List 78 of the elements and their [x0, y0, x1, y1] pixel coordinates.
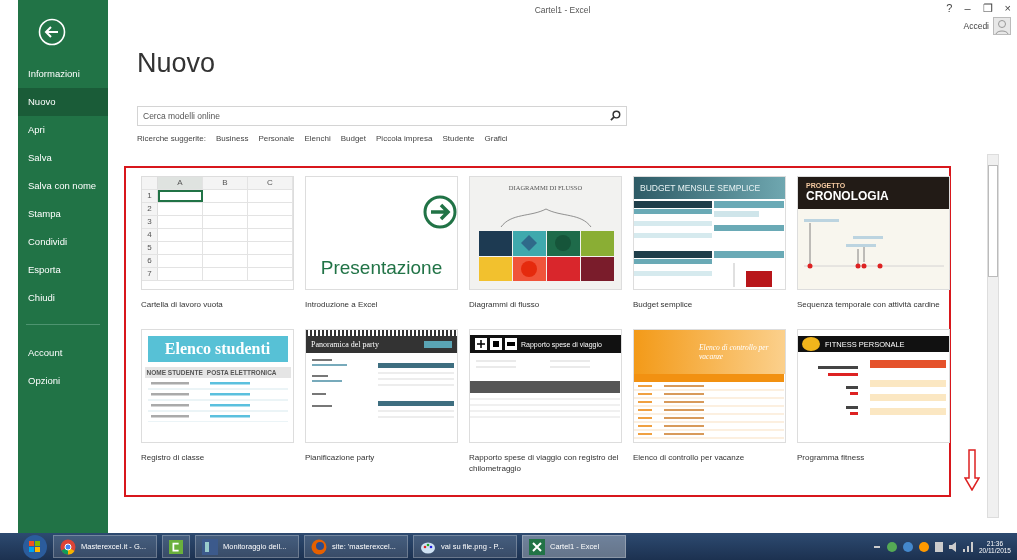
- template-name[interactable]: Registro di classe: [141, 452, 294, 474]
- browser-icon: [311, 538, 327, 555]
- scrollbar[interactable]: [987, 154, 999, 518]
- sidebar-item[interactable]: Informazioni: [18, 60, 108, 88]
- row-number: 3: [142, 216, 158, 228]
- logo-badge: [802, 337, 820, 351]
- template-name[interactable]: Diagrammi di flusso: [469, 299, 622, 321]
- sidebar-item[interactable]: Apri: [18, 116, 108, 144]
- row-number: 6: [142, 255, 158, 267]
- toolbar-icons: [475, 338, 517, 350]
- template-thumbnail[interactable]: BUDGET MENSILE SEMPLICE: [633, 176, 786, 290]
- suggested-search-link[interactable]: Piccola impresa: [376, 134, 433, 143]
- sidebar-item[interactable]: Esporta: [18, 256, 108, 284]
- suggested-search-link[interactable]: Budget: [340, 134, 367, 143]
- button-shape: [424, 341, 452, 348]
- start-button-icon[interactable]: [22, 533, 48, 560]
- template-name[interactable]: Cartella di lavoro vuota: [141, 299, 294, 321]
- sidebar-item[interactable]: Condividi: [18, 228, 108, 256]
- window-title: Cartel1 - Excel: [534, 5, 591, 17]
- template-name[interactable]: Rapporto spese di viaggio con registro del chilometraggio: [469, 452, 622, 474]
- sidebar-item[interactable]: Nuovo: [18, 88, 108, 116]
- tray-app-icon[interactable]: [918, 541, 929, 552]
- browser-icon: [60, 538, 76, 555]
- search-icon[interactable]: [610, 110, 621, 121]
- sign-in-link[interactable]: Accedi: [963, 21, 989, 31]
- arrow-circle-icon: [423, 195, 457, 229]
- column-header: C: [248, 177, 293, 189]
- window-control[interactable]: –: [964, 2, 971, 15]
- tray-app-icon[interactable]: [902, 541, 913, 552]
- template-name[interactable]: Budget semplice: [633, 299, 786, 321]
- template-name[interactable]: Elenco di controllo per vacanze: [633, 452, 786, 474]
- template-name[interactable]: Programma fitness: [797, 452, 950, 474]
- suggested-search-link[interactable]: Studente: [442, 134, 475, 143]
- volume-icon[interactable]: [948, 541, 957, 552]
- sidebar-item[interactable]: Chiudi: [18, 284, 108, 312]
- window-control[interactable]: ❐: [982, 2, 993, 15]
- sidebar-item[interactable]: Salva: [18, 144, 108, 172]
- sidebar-item[interactable]: Opzioni: [18, 367, 108, 395]
- suggested-search-link[interactable]: Personale: [258, 134, 295, 143]
- row-number: 2: [142, 203, 158, 215]
- recorder-icon: [169, 538, 183, 555]
- spreadsheet-icon: [529, 538, 545, 555]
- suggested-search-link[interactable]: Elenchi: [304, 134, 331, 143]
- thumbnail-title: Panoramica del party: [311, 340, 379, 349]
- monitor-icon: [202, 538, 218, 555]
- flag-icon[interactable]: [934, 541, 943, 552]
- row-number: 5: [142, 242, 158, 254]
- suggested-search-link[interactable]: Business: [215, 134, 249, 143]
- template-thumbnail[interactable]: Presentazione: [305, 176, 458, 290]
- sidebar-item[interactable]: Stampa: [18, 200, 108, 228]
- avatar-icon: [993, 17, 1011, 35]
- suggested-label: Ricerche suggerite:: [137, 134, 206, 143]
- window-control[interactable]: ?: [946, 2, 953, 15]
- thumbnail-title: Elenco studenti: [147, 336, 288, 362]
- column-header: B: [203, 177, 248, 189]
- thumbnail-title: Presentazione: [320, 257, 443, 279]
- sidebar-item[interactable]: Salva con nome: [18, 172, 108, 200]
- sidebar-item[interactable]: Account: [18, 339, 108, 367]
- template-name[interactable]: Introduzione a Excel: [305, 299, 458, 321]
- thumbnail-title: CRONOLOGIA: [806, 189, 890, 203]
- suggested-search-link[interactable]: Grafici: [484, 134, 508, 143]
- search-field[interactable]: Cerca modelli online: [137, 106, 627, 126]
- window-control[interactable]: ×: [1004, 2, 1011, 15]
- down-arrow-icon: [964, 449, 980, 491]
- template-thumbnail[interactable]: Panoramica del party: [305, 329, 458, 443]
- row-number: 7: [142, 268, 158, 280]
- thumbnail-title: BUDGET MENSILE SEMPLICE: [634, 177, 785, 199]
- template-name[interactable]: Pianificazione party: [305, 452, 458, 474]
- row-number: 4: [142, 229, 158, 241]
- tray-app-icon[interactable]: [886, 541, 897, 552]
- row-number: 1: [142, 190, 158, 202]
- taskbar-button[interactable]: [162, 535, 190, 558]
- template-thumbnail[interactable]: A B C 1 2 3 4 5 6 7: [141, 176, 294, 290]
- signal-icon[interactable]: [962, 541, 973, 552]
- selected-cell[interactable]: [158, 190, 203, 202]
- template-name[interactable]: Sequenza temporale con attività cardine: [797, 299, 950, 321]
- page-heading: Nuovo: [137, 48, 217, 80]
- column-header: A: [158, 177, 203, 189]
